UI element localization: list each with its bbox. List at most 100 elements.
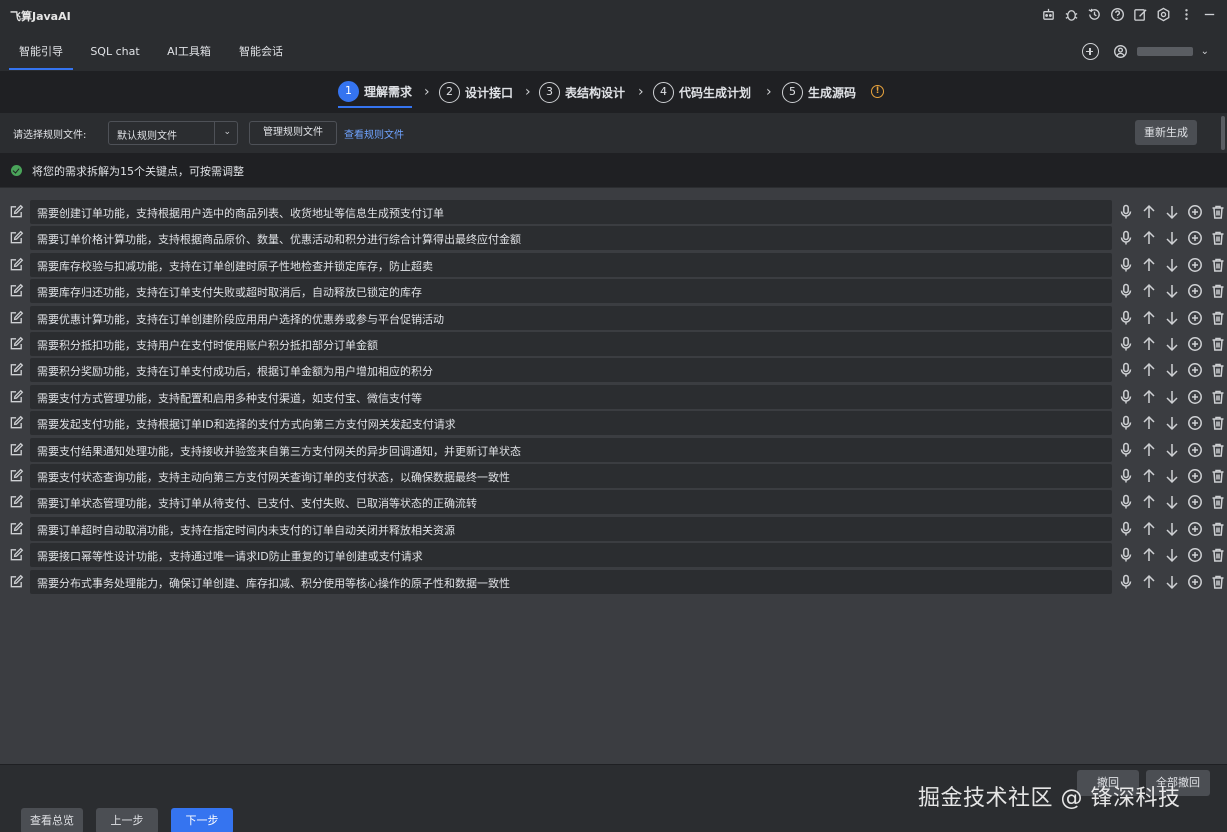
microphone-icon[interactable] bbox=[1116, 229, 1135, 247]
step-4[interactable]: 4 代码生成计划 bbox=[653, 81, 751, 103]
robot-icon[interactable] bbox=[1040, 6, 1056, 22]
edit-icon[interactable] bbox=[9, 442, 24, 457]
step-1[interactable]: 1 理解需求 bbox=[338, 78, 413, 108]
requirement-field[interactable]: 需要积分奖励功能，支持在订单支付成功后，根据订单金额为用户增加相应的积分 bbox=[30, 358, 1112, 383]
info-icon[interactable]: ! bbox=[871, 85, 884, 98]
requirement-field[interactable]: 需要创建订单功能，支持根据用户选中的商品列表、收货地址等信息生成预支付订单 bbox=[30, 200, 1112, 224]
more-icon[interactable] bbox=[1178, 6, 1194, 22]
tab-smart-guide[interactable]: 智能引导 bbox=[9, 34, 73, 70]
add-circle-icon[interactable] bbox=[1185, 388, 1204, 406]
microphone-icon[interactable] bbox=[1116, 388, 1135, 406]
arrow-down-icon[interactable] bbox=[1162, 546, 1181, 564]
step-5[interactable]: 5 生成源码 bbox=[782, 81, 856, 103]
trash-icon[interactable] bbox=[1208, 229, 1227, 247]
requirement-field[interactable]: 需要支付结果通知处理功能，支持接收并验签来自第三方支付网关的异步回调通知，并更新… bbox=[30, 437, 1112, 462]
previous-step-button[interactable]: 上一步 bbox=[96, 808, 158, 832]
arrow-down-icon[interactable] bbox=[1162, 282, 1181, 300]
requirement-field[interactable]: 需要发起支付功能，支持根据订单ID和选择的支付方式向第三方支付网关发起支付请求 bbox=[30, 411, 1112, 436]
trash-icon[interactable] bbox=[1208, 441, 1227, 459]
step-3[interactable]: 3 表结构设计 bbox=[539, 81, 625, 103]
arrow-down-icon[interactable] bbox=[1162, 388, 1181, 406]
arrow-up-icon[interactable] bbox=[1139, 520, 1158, 538]
add-circle-icon[interactable] bbox=[1185, 441, 1204, 459]
arrow-down-icon[interactable] bbox=[1162, 520, 1181, 538]
arrow-down-icon[interactable] bbox=[1162, 441, 1181, 459]
trash-icon[interactable] bbox=[1208, 256, 1227, 274]
edit-icon[interactable] bbox=[9, 283, 24, 298]
overview-button[interactable]: 查看总览 bbox=[21, 808, 83, 832]
trash-icon[interactable] bbox=[1208, 546, 1227, 564]
microphone-icon[interactable] bbox=[1116, 361, 1135, 379]
microphone-icon[interactable] bbox=[1116, 414, 1135, 432]
arrow-up-icon[interactable] bbox=[1139, 573, 1158, 591]
arrow-down-icon[interactable] bbox=[1162, 467, 1181, 485]
requirement-field[interactable]: 需要支付方式管理功能，支持配置和启用多种支付渠道，如支付宝、微信支付等 bbox=[30, 384, 1112, 409]
rule-file-select[interactable]: 默认规则文件 ⌄ bbox=[108, 121, 238, 145]
trash-icon[interactable] bbox=[1208, 309, 1227, 327]
edit-icon[interactable] bbox=[9, 547, 24, 562]
arrow-up-icon[interactable] bbox=[1139, 335, 1158, 353]
requirement-field[interactable]: 需要库存归还功能，支持在订单支付失败或超时取消后，自动释放已锁定的库存 bbox=[30, 279, 1112, 304]
add-circle-icon[interactable] bbox=[1185, 467, 1204, 485]
add-circle-icon[interactable] bbox=[1185, 229, 1204, 247]
microphone-icon[interactable] bbox=[1116, 256, 1135, 274]
edit-icon[interactable] bbox=[9, 362, 24, 377]
requirement-field[interactable]: 需要订单超时自动取消功能，支持在指定时间内未支付的订单自动关闭并释放相关资源 bbox=[30, 516, 1112, 541]
microphone-icon[interactable] bbox=[1116, 573, 1135, 591]
edit-icon[interactable] bbox=[9, 204, 24, 219]
minimize-icon[interactable] bbox=[1201, 6, 1217, 22]
arrow-down-icon[interactable] bbox=[1162, 493, 1181, 511]
arrow-up-icon[interactable] bbox=[1139, 309, 1158, 327]
microphone-icon[interactable] bbox=[1116, 546, 1135, 564]
add-circle-icon[interactable] bbox=[1185, 256, 1204, 274]
add-circle-icon[interactable] bbox=[1185, 361, 1204, 379]
edit-icon[interactable] bbox=[9, 257, 24, 272]
view-rules-link[interactable]: 查看规则文件 bbox=[344, 126, 404, 141]
add-circle-icon[interactable] bbox=[1081, 43, 1099, 60]
arrow-down-icon[interactable] bbox=[1162, 229, 1181, 247]
settings-icon[interactable] bbox=[1155, 6, 1171, 22]
arrow-up-icon[interactable] bbox=[1139, 546, 1158, 564]
trash-icon[interactable] bbox=[1208, 203, 1227, 221]
microphone-icon[interactable] bbox=[1116, 520, 1135, 538]
trash-icon[interactable] bbox=[1208, 335, 1227, 353]
step-2[interactable]: 2 设计接口 bbox=[439, 81, 513, 103]
arrow-up-icon[interactable] bbox=[1139, 414, 1158, 432]
edit-icon[interactable] bbox=[1132, 6, 1148, 22]
arrow-down-icon[interactable] bbox=[1162, 573, 1181, 591]
arrow-up-icon[interactable] bbox=[1139, 282, 1158, 300]
regenerate-button[interactable]: 重新生成 bbox=[1135, 120, 1197, 145]
requirement-field[interactable]: 需要库存校验与扣减功能，支持在订单创建时原子性地检查并锁定库存，防止超卖 bbox=[30, 252, 1112, 277]
arrow-down-icon[interactable] bbox=[1162, 361, 1181, 379]
microphone-icon[interactable] bbox=[1116, 282, 1135, 300]
arrow-down-icon[interactable] bbox=[1162, 309, 1181, 327]
arrow-down-icon[interactable] bbox=[1162, 203, 1181, 221]
user-menu[interactable]: ⌄ bbox=[1113, 44, 1209, 60]
arrow-up-icon[interactable] bbox=[1139, 388, 1158, 406]
trash-icon[interactable] bbox=[1208, 467, 1227, 485]
add-circle-icon[interactable] bbox=[1185, 546, 1204, 564]
edit-icon[interactable] bbox=[9, 468, 24, 483]
arrow-up-icon[interactable] bbox=[1139, 203, 1158, 221]
trash-icon[interactable] bbox=[1208, 493, 1227, 511]
arrow-down-icon[interactable] bbox=[1162, 256, 1181, 274]
arrow-up-icon[interactable] bbox=[1139, 441, 1158, 459]
arrow-down-icon[interactable] bbox=[1162, 414, 1181, 432]
scrollbar[interactable] bbox=[1221, 116, 1225, 150]
requirement-field[interactable]: 需要积分抵扣功能，支持用户在支付时使用账户积分抵扣部分订单金额 bbox=[30, 332, 1112, 356]
requirement-field[interactable]: 需要订单价格计算功能，支持根据商品原价、数量、优惠活动和积分进行综合计算得出最终… bbox=[30, 226, 1112, 251]
trash-icon[interactable] bbox=[1208, 520, 1227, 538]
help-icon[interactable] bbox=[1109, 6, 1125, 22]
microphone-icon[interactable] bbox=[1116, 335, 1135, 353]
requirement-field[interactable]: 需要订单状态管理功能，支持订单从待支付、已支付、支付失败、已取消等状态的正确流转 bbox=[30, 490, 1112, 515]
manage-rules-button[interactable]: 管理规则文件 bbox=[249, 121, 337, 145]
requirement-field[interactable]: 需要支付状态查询功能，支持主动向第三方支付网关查询订单的支付状态，以确保数据最终… bbox=[30, 464, 1112, 488]
edit-icon[interactable] bbox=[9, 336, 24, 351]
microphone-icon[interactable] bbox=[1116, 441, 1135, 459]
bug-icon[interactable] bbox=[1063, 6, 1079, 22]
requirement-field[interactable]: 需要优惠计算功能，支持在订单创建阶段应用用户选择的优惠券或参与平台促销活动 bbox=[30, 305, 1112, 330]
edit-icon[interactable] bbox=[9, 494, 24, 509]
arrow-down-icon[interactable] bbox=[1162, 335, 1181, 353]
add-circle-icon[interactable] bbox=[1185, 203, 1204, 221]
microphone-icon[interactable] bbox=[1116, 203, 1135, 221]
